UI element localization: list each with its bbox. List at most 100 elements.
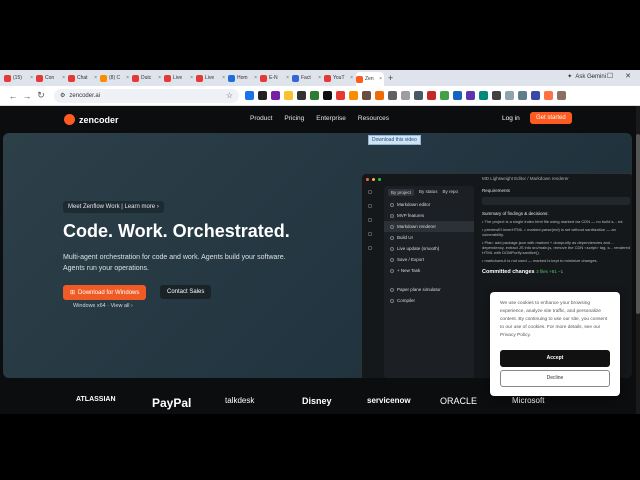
task-item[interactable]: Build UI	[384, 232, 474, 243]
page-scrollbar[interactable]	[636, 106, 640, 414]
extension-icon[interactable]	[518, 91, 527, 100]
task-item-label: Compiler	[397, 298, 416, 303]
tab-label: Live	[173, 75, 183, 81]
browser-tab[interactable]: (15) ×	[4, 72, 35, 84]
close-tab-icon[interactable]: ×	[62, 75, 67, 81]
tab-favicon-icon	[100, 74, 107, 82]
extension-icon[interactable]	[388, 91, 397, 100]
task-item[interactable]: MVP features	[384, 210, 474, 221]
browser-tab[interactable]: E-N ×	[260, 72, 291, 84]
browser-tab[interactable]: Live ×	[196, 72, 227, 84]
browser-tab[interactable]: Zen ×	[356, 72, 384, 86]
close-tab-icon[interactable]: ×	[286, 75, 291, 81]
close-tab-icon[interactable]: ×	[190, 75, 195, 81]
new-tab-button[interactable]: +	[388, 73, 393, 83]
get-started-button[interactable]: Get started	[530, 112, 572, 124]
customer-logo: ATLASSIAN	[76, 396, 116, 403]
nav-menu-item[interactable]: Enterprise	[316, 115, 346, 122]
extension-icon[interactable]	[440, 91, 449, 100]
extension-icon[interactable]	[258, 91, 267, 100]
site-info-icon[interactable]: ⚙	[60, 92, 65, 99]
extension-icon[interactable]	[453, 91, 462, 100]
windows-icon: ⊞	[70, 290, 76, 296]
extension-icon[interactable]	[245, 91, 254, 100]
extension-icon[interactable]	[271, 91, 280, 100]
forward-icon[interactable]: →	[20, 91, 34, 101]
browser-tab[interactable]: YouT ×	[324, 72, 355, 84]
browser-tab[interactable]: Hom ×	[228, 72, 259, 84]
task-item[interactable]: Markdown editor	[384, 199, 474, 210]
extension-icon[interactable]	[297, 91, 306, 100]
decline-cookies-button[interactable]: Decline	[500, 370, 610, 387]
nav-menu-item[interactable]: Resources	[358, 115, 389, 122]
task-tab[interactable]: By project	[388, 189, 415, 196]
task-item[interactable]: Live update (smooth)	[384, 243, 474, 254]
browser-tab[interactable]: Con ×	[36, 72, 67, 84]
nav-menu-item[interactable]: Pricing	[284, 115, 304, 122]
reload-icon[interactable]: ↻	[34, 90, 48, 101]
close-tab-icon[interactable]: ×	[222, 75, 227, 81]
task-item[interactable]: Paper plane simulator	[384, 284, 474, 295]
extension-icon[interactable]	[401, 91, 410, 100]
maximize-dot-icon	[378, 177, 381, 181]
task-tab[interactable]: By status	[419, 189, 438, 196]
extension-icon[interactable]	[466, 91, 475, 100]
git-icon	[368, 232, 372, 236]
close-tab-icon[interactable]: ×	[94, 75, 99, 81]
close-tab-icon[interactable]: ×	[350, 75, 355, 81]
brand-logo[interactable]: zencoder	[64, 114, 119, 125]
back-icon[interactable]: ←	[6, 91, 20, 101]
tab-label: Con	[45, 75, 55, 81]
url-input[interactable]: ⚙ zencoder.ai ☆	[54, 88, 239, 103]
download-windows-button[interactable]: ⊞ Download for Windows	[63, 285, 147, 300]
extension-icon[interactable]	[414, 91, 423, 100]
bookmark-star-icon[interactable]: ☆	[226, 91, 233, 100]
close-tab-icon[interactable]: ×	[254, 75, 259, 81]
extension-icon[interactable]	[557, 91, 566, 100]
scrollbar-thumb[interactable]	[636, 134, 640, 314]
task-tab[interactable]: By repo	[443, 189, 459, 196]
window-controls[interactable]: – ☐ ✕	[591, 72, 636, 80]
nav-menu-item[interactable]: Product	[250, 115, 272, 122]
close-tab-icon[interactable]: ×	[379, 76, 384, 82]
screen: (15) × Con × Chat × (8) C × Dutc × Live × Live × Hom × E…	[0, 0, 640, 480]
close-tab-icon[interactable]: ×	[30, 75, 35, 81]
extension-icon[interactable]	[505, 91, 514, 100]
platform-links[interactable]: Windows x64 · View all ›	[73, 303, 133, 309]
extension-icon[interactable]	[284, 91, 293, 100]
download-video-badge[interactable]: Download this video	[368, 135, 421, 145]
extension-icon[interactable]	[531, 91, 540, 100]
close-tab-icon[interactable]: ×	[318, 75, 323, 81]
browser-chrome: (15) × Con × Chat × (8) C × Dutc × Live × Live × Hom × E…	[0, 70, 640, 106]
tab-favicon-icon	[164, 74, 171, 82]
tab-strip: (15) × Con × Chat × (8) C × Dutc × Live × Live × Hom × E…	[0, 70, 640, 86]
extension-icon[interactable]	[349, 91, 358, 100]
extension-icon[interactable]	[479, 91, 488, 100]
task-item[interactable]: Save / Export	[384, 254, 474, 265]
extension-icon[interactable]	[362, 91, 371, 100]
task-item[interactable]: + New Task	[384, 265, 474, 276]
task-item-label: Build UI	[397, 235, 413, 240]
browser-tab[interactable]: Fact ×	[292, 72, 323, 84]
tab-label: YouT	[333, 75, 345, 81]
accept-cookies-button[interactable]: Accept	[500, 350, 610, 367]
extension-icon[interactable]	[544, 91, 553, 100]
extension-icon[interactable]	[427, 91, 436, 100]
close-tab-icon[interactable]: ×	[126, 75, 131, 81]
task-item[interactable]: Markdown renderer	[384, 221, 474, 232]
browser-tab[interactable]: Live ×	[164, 72, 195, 84]
extension-icon[interactable]	[492, 91, 501, 100]
close-tab-icon[interactable]: ×	[158, 75, 163, 81]
extension-icon[interactable]	[375, 91, 384, 100]
tab-label: (15)	[13, 75, 22, 81]
browser-tab[interactable]: Dutc ×	[132, 72, 163, 84]
browser-tab[interactable]: (8) C ×	[100, 72, 131, 84]
announcement-pill[interactable]: Meet Zenflow Work | Learn more ›	[63, 201, 164, 213]
extension-icon[interactable]	[336, 91, 345, 100]
extension-icon[interactable]	[323, 91, 332, 100]
extension-icon[interactable]	[310, 91, 319, 100]
task-item[interactable]: Compiler	[384, 295, 474, 306]
browser-tab[interactable]: Chat ×	[68, 72, 99, 84]
contact-sales-button[interactable]: Contact Sales	[160, 285, 212, 299]
login-link[interactable]: Log in	[502, 115, 520, 122]
